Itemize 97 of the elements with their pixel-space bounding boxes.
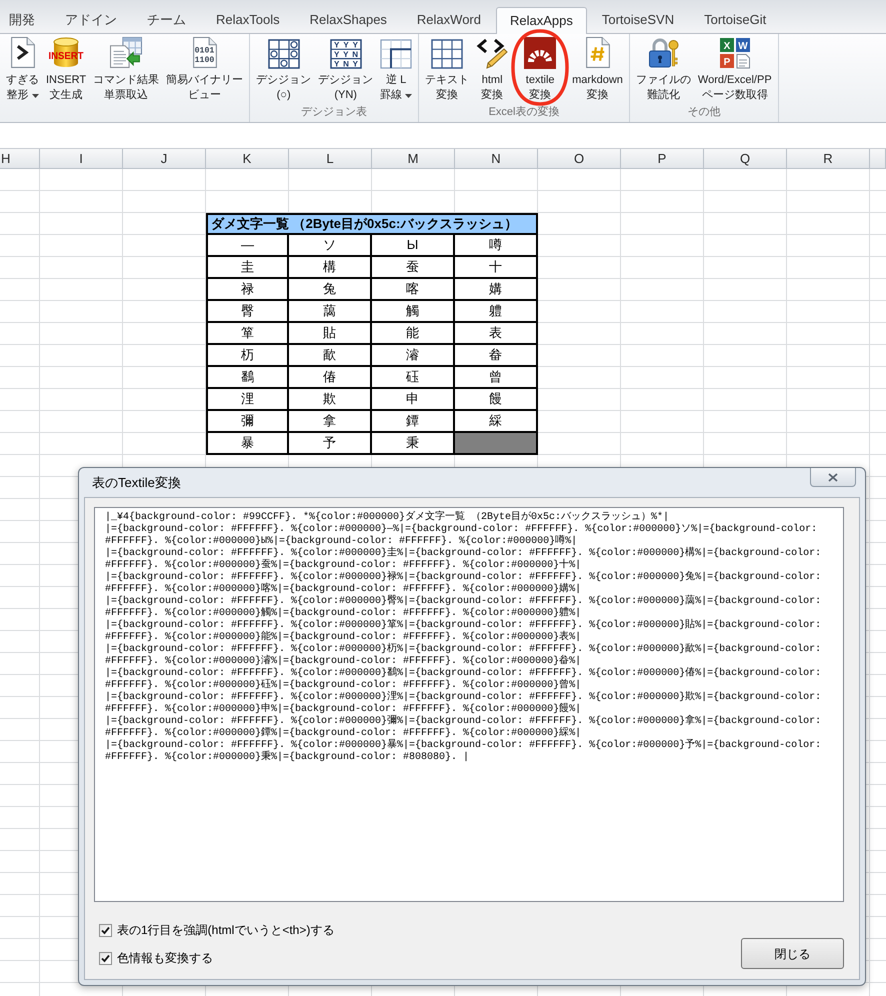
dialog-title: 表のTextile変換 (92, 475, 181, 490)
column-header: P (621, 149, 704, 169)
table-cell: 欺 (289, 389, 372, 411)
table-cell: 予 (289, 433, 372, 455)
column-header: N (455, 149, 538, 169)
ribbon-tab[interactable]: RelaxApps (496, 7, 587, 34)
table-cell: 申 (372, 389, 455, 411)
column-header (870, 149, 886, 169)
check-icon (101, 926, 110, 934)
table-cell: 杤 (206, 345, 289, 367)
check-icon (101, 954, 110, 962)
ribbon-button[interactable]: X W P Word/Excel/PP ページ数取得 (694, 37, 775, 103)
group-label: デシジョン表 (301, 105, 368, 119)
table-cell: 偆 (289, 367, 372, 389)
ribbon-tab[interactable]: 開発 (0, 6, 50, 33)
column-header: K (206, 149, 289, 169)
table-cell: 畚 (455, 345, 538, 367)
ribbon-button[interactable]: 逆 L 罫線 (377, 37, 416, 103)
table-cell: 噂 (455, 235, 538, 257)
ribbon-tab[interactable]: RelaxTools (201, 6, 295, 33)
ribbon-button[interactable]: すぎる 整形 (3, 37, 42, 103)
group-label: Excel表の変換 (488, 105, 560, 119)
table-cell: ― (206, 235, 289, 257)
table-cell: 禄 (206, 279, 289, 301)
binary-document-icon: 0101 1100 (190, 37, 219, 69)
ribbon-tab[interactable]: アドイン (50, 6, 132, 33)
table-cell: 蚕 (372, 257, 455, 279)
table-cell: 箪 (206, 323, 289, 345)
table-cell: 歃 (289, 345, 372, 367)
table-cell: 暴 (206, 433, 289, 455)
table-cell: 臀 (206, 301, 289, 323)
close-button[interactable]: 閉じる (741, 938, 844, 969)
window-close-button[interactable] (810, 468, 856, 487)
column-header: O (538, 149, 621, 169)
table-cell: 表 (455, 323, 538, 345)
table-cell: 媾 (455, 279, 538, 301)
ribbon-button[interactable]: テキスト 変換 (422, 37, 472, 103)
table-cell: 觸 (372, 301, 455, 323)
padlock-key-icon (647, 37, 680, 69)
table-cell: 砡 (372, 367, 455, 389)
ribbon-tab[interactable]: RelaxShapes (294, 6, 402, 33)
table-cell: Ы (372, 235, 455, 257)
ribbon-button[interactable]: YYY YYN YNY デシジョン (YN) (315, 37, 376, 103)
table-cell: 能 (372, 323, 455, 345)
table-cell: 濬 (372, 345, 455, 367)
ribbon-button[interactable]: 0101 1100 簡易バイナリー ビュー (163, 37, 246, 103)
table-cell: 喀 (372, 279, 455, 301)
document-table-icon (109, 37, 144, 69)
table-cell: ソ (289, 235, 372, 257)
column-header: J (123, 149, 206, 169)
table-cell: 藹 (289, 301, 372, 323)
column-header: L (289, 149, 372, 169)
table-cell: 拿 (289, 411, 372, 433)
table-cell: 鷭 (206, 367, 289, 389)
table-border-icon (380, 39, 412, 69)
grid-letters-icon: YYY YYN YNY (330, 39, 362, 69)
table-cell: 兔 (289, 279, 372, 301)
column-header: Q (704, 149, 787, 169)
ribbon-tab[interactable]: RelaxWord (402, 6, 496, 33)
table-cell: 秉 (372, 433, 455, 455)
checkbox[interactable] (99, 924, 112, 936)
column-header: R (787, 149, 870, 169)
column-header: H (0, 149, 40, 169)
ribbon-tab[interactable]: チーム (132, 6, 201, 33)
ribbon-tab[interactable]: TortoiseGit (689, 6, 782, 33)
grid-circles-icon (268, 39, 300, 69)
ribbon-tab[interactable]: TortoiseSVN (586, 6, 690, 33)
table-cell: 軆 (455, 301, 538, 323)
code-pencil-icon (476, 37, 508, 69)
document-icon (8, 37, 36, 69)
ribbon-button[interactable]: ファイルの 難読化 (632, 37, 694, 103)
table-icon (431, 39, 464, 69)
table-cell: 圭 (206, 257, 289, 279)
table-title-cell: ダメ文字一覧 （2Byte目が0x5c:バックスラッシュ） (206, 213, 538, 235)
table-cell: 彌 (206, 411, 289, 433)
table-cell: 曾 (455, 367, 538, 389)
table-cell: 構 (289, 257, 372, 279)
ribbon-button[interactable]: コマンド結果 単票取込 (90, 37, 162, 103)
ribbon-button[interactable]: html 変換 (473, 37, 512, 103)
checkbox-label: 表の1行目を強調(htmlでいうと<th>)する (117, 922, 334, 939)
table-cell: 十 (455, 257, 538, 279)
ribbon-button[interactable]: markdown 変換 (569, 37, 626, 103)
group-label: その他 (687, 105, 720, 119)
table-cell: 鐔 (372, 411, 455, 433)
column-header: M (372, 149, 455, 169)
table-cell: 饅 (455, 389, 538, 411)
table-cell: 綵 (455, 411, 538, 433)
output-text-field[interactable]: |_¥4{background-color: #99CCFF}. *%{color:#000000}ダメ文字一覧 （2Byte目が0x5c:バックスラッシュ）%*| |={background-color: #FFFFFF}. %{color:#000000}―%|={background-color: #FFFFFF}. %{color:#000000}ソ%|={background-color: #FFFFFF}. %{color:#000000}Ы%|={background-color: #FFFFFF}. %{color:#000000}噂%| |={background-color: #FFFFFF}. %{color:#000000}圭%|={background-color: #FFFFFF}. %{color:#000000}構%|={background-color: #FFFFFF}. %{color:#000000}蚕%|={background-color: #FFFFFF}. %{color:#000000}十%| |={background-color: #FFFFFF}. %{color:#000000}禄%|={background-color: #FFFFFF}. %{color:#000000}兔%|={background-color: #FFFFFF}. %{color:#000000}喀%|={background-color: #FFFFFF}. %{color:#000000}媾%| |={background-color: #FFFFFF}. %{color:#000000}臀%|={background-color: #FFFFFF}. %{color:#000000}藹%|={background-color: #FFFFFF}. %{color:#000000}觸%|={background-color: #FFFFFF}. %{color:#000000}軆%| |={background-color: #FFFFFF}. %{color:#000000}箪%|={background-color: #FFFFFF}. %{color:#000000}貼%|={background-color: #FFFFFF}. %{color:#000000}能%|={background-color: #FFFFFF}. %{color:#000000}表%| |={background-color: #FFFFFF}. %{color:#000000}杤%|={background-color: #FFFFFF}. %{color:#000000}歃%|={background-color: #FFFFFF}. %{color:#000000}濬%|={background-color: #FFFFFF}. %{color:#000000}畚%| |={background-color: #FFFFFF}. %{color:#000000}鷭%|={background-color: #FFFFFF}. %{color:#000000}偆%|={background-color: #FFFFFF}. %{color:#000000}砡%|={background-color: #FFFFFF}. %{color:#000000}曾%| |={background-color: #FFFFFF}. %{color:#000000}浬%|={background-color: #FFFFFF}. %{color:#000000}欺%|={background-color: #FFFFFF}. %{color:#000000}申%|={background-color: #FFFFFF}. %{color:#000000}饅%| |={background-color: #FFFFFF}. %{color:#000000}彌%|={background-color: #FFFFFF}. %{color:#000000}拿%|={background-color: #FFFFFF}. %{color:#000000}鐔%|={background-color: #FFFFFF}. %{color:#000000}綵%| |={background-color: #FFFFFF}. %{color:#000000}暴%|={background-color: #FFFFFF}. %{color:#000000}予%|={background-color: #FFFFFF}. %{color:#000000}秉%|={background-color: #808080}. | (94, 507, 844, 902)
table-cell: 貼 (289, 323, 372, 345)
table-cell: 浬 (206, 389, 289, 411)
arch-logo-icon (524, 37, 556, 69)
close-icon (828, 472, 838, 482)
checkbox-label: 色情報も変換する (117, 950, 213, 967)
hash-document-icon (584, 37, 612, 69)
checkbox[interactable] (99, 952, 112, 964)
ribbon-button[interactable]: デシジョン (○) (253, 37, 314, 103)
column-header: I (40, 149, 123, 169)
